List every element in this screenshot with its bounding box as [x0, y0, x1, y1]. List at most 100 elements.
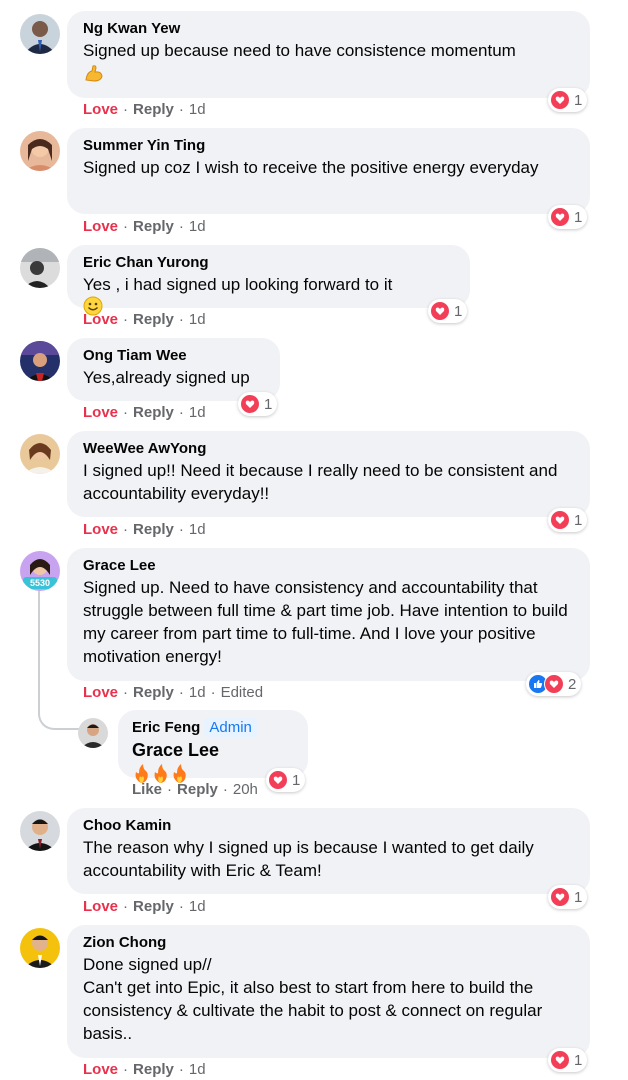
love-button[interactable]: Love — [83, 1061, 118, 1078]
reply-button[interactable]: Reply — [133, 1061, 174, 1078]
comment-bubble: WeeWee AwYong I signed up!! Need it beca… — [67, 431, 590, 517]
comment-bubble: Ng Kwan Yew Signed up because need to ha… — [67, 11, 590, 98]
love-reaction-icon — [430, 301, 450, 321]
love-button[interactable]: Love — [83, 898, 118, 915]
comment-text: The reason why I signed up is because I … — [83, 838, 534, 880]
reaction-count: 1 — [264, 395, 273, 413]
timestamp[interactable]: 1d — [189, 521, 206, 538]
commenter-name[interactable]: Grace Lee — [83, 556, 574, 576]
timestamp[interactable]: 1d — [189, 404, 206, 421]
comment-bubble: Summer Yin Ting Signed up coz I wish to … — [67, 128, 590, 214]
avatar[interactable] — [20, 248, 60, 288]
avatar[interactable] — [20, 434, 60, 474]
reaction-summary[interactable]: 1 — [238, 392, 278, 416]
reaction-summary[interactable]: 1 — [548, 508, 588, 532]
reaction-summary[interactable]: 1 — [548, 1048, 588, 1072]
commenter-name[interactable]: Ong Tiam Wee — [83, 346, 264, 366]
love-reaction-icon — [550, 510, 570, 530]
reaction-count: 1 — [292, 771, 301, 789]
comment-actions: Love · Reply · 1d — [83, 218, 206, 235]
avatar[interactable] — [20, 131, 60, 171]
reply-actions: Like · Reply · 20h — [132, 781, 258, 798]
commenter-name[interactable]: WeeWee AwYong — [83, 439, 574, 459]
reaction-summary[interactable]: 1 — [428, 299, 468, 323]
avatar[interactable] — [20, 341, 60, 381]
love-reaction-icon — [550, 207, 570, 227]
commenter-name[interactable]: Zion Chong — [83, 933, 574, 953]
comment-actions: Love · Reply · 1d — [83, 1061, 206, 1078]
reaction-summary[interactable]: 2 — [526, 672, 582, 696]
comment-actions: Love · Reply · 1d — [83, 521, 206, 538]
reply-author-name[interactable]: Eric Feng — [132, 719, 200, 736]
mention-link[interactable]: Grace Lee — [132, 740, 219, 760]
reaction-count: 2 — [568, 675, 577, 693]
love-reaction-icon — [544, 674, 564, 694]
reaction-summary[interactable]: 1 — [266, 768, 306, 792]
reaction-count: 1 — [574, 511, 583, 529]
timestamp[interactable]: 1d — [189, 898, 206, 915]
commenter-name[interactable]: Choo Kamin — [83, 816, 574, 836]
love-button[interactable]: Love — [83, 404, 118, 421]
comment-text: Signed up. Need to have consistency and … — [83, 578, 568, 666]
svg-text:5530: 5530 — [30, 578, 50, 588]
edited-label: Edited — [220, 684, 264, 701]
love-reaction-icon — [550, 90, 570, 110]
reply-button[interactable]: Reply — [133, 311, 174, 328]
avatar[interactable]: 5530 — [20, 551, 60, 591]
comment-text: Signed up because need to have consisten… — [83, 41, 516, 60]
comment-bubble: Zion Chong Done signed up// Can't get in… — [67, 925, 590, 1058]
love-button[interactable]: Love — [83, 101, 118, 118]
reply-button[interactable]: Reply — [133, 521, 174, 538]
reaction-summary[interactable]: 1 — [548, 88, 588, 112]
love-button[interactable]: Love — [83, 311, 118, 328]
timestamp[interactable]: 1d — [189, 684, 206, 701]
love-reaction-icon — [550, 1050, 570, 1070]
avatar[interactable] — [20, 811, 60, 851]
comment-text: I signed up!! Need it because I really n… — [83, 461, 558, 503]
comment-text: Signed up coz I wish to receive the posi… — [83, 158, 539, 177]
avatar[interactable] — [20, 14, 60, 54]
timestamp[interactable]: 1d — [189, 311, 206, 328]
reply-button[interactable]: Reply — [133, 684, 174, 701]
love-reaction-icon — [550, 887, 570, 907]
comment-actions: Love · Reply · 1d · Edited — [83, 684, 264, 701]
comment-actions: Love · Reply · 1d — [83, 404, 206, 421]
timestamp[interactable]: 1d — [189, 218, 206, 235]
comment-actions: Love · Reply · 1d — [83, 898, 206, 915]
comment-bubble: Choo Kamin The reason why I signed up is… — [67, 808, 590, 894]
reply-button[interactable]: Reply — [133, 404, 174, 421]
like-button[interactable]: Like — [132, 781, 162, 798]
commenter-name[interactable]: Summer Yin Ting — [83, 136, 574, 156]
reply-button[interactable]: Reply — [133, 218, 174, 235]
reply-button[interactable]: Reply — [133, 898, 174, 915]
commenter-name[interactable]: Eric Chan Yurong — [83, 253, 454, 273]
love-reaction-icon — [240, 394, 260, 414]
admin-badge: Admin — [204, 718, 257, 737]
reaction-summary[interactable]: 1 — [548, 205, 588, 229]
reaction-count: 1 — [574, 1051, 583, 1069]
comment-text: Yes,already signed up — [83, 368, 250, 387]
avatar[interactable] — [78, 718, 108, 748]
love-button[interactable]: Love — [83, 521, 118, 538]
commenter-name[interactable]: Ng Kwan Yew — [83, 19, 574, 39]
comment-actions: Love · Reply · 1d — [83, 101, 206, 118]
reaction-summary[interactable]: 1 — [548, 885, 588, 909]
love-button[interactable]: Love — [83, 218, 118, 235]
comment-bubble: Eric Chan Yurong Yes , i had signed up l… — [67, 245, 470, 316]
reply-button[interactable]: Reply — [133, 101, 174, 118]
reply-button[interactable]: Reply — [177, 781, 218, 798]
comment-text: Done signed up// Can't get into Epic, it… — [83, 955, 543, 1043]
flexed-biceps-icon — [83, 62, 105, 89]
comment-actions: Love · Reply · 1d — [83, 311, 206, 328]
commenter-name: Eric Feng Admin — [132, 718, 294, 738]
reaction-count: 1 — [574, 91, 583, 109]
reaction-count: 1 — [574, 208, 583, 226]
reaction-count: 1 — [574, 888, 583, 906]
avatar[interactable] — [20, 928, 60, 968]
timestamp[interactable]: 1d — [189, 101, 206, 118]
love-button[interactable]: Love — [83, 684, 118, 701]
reaction-count: 1 — [454, 302, 463, 320]
timestamp[interactable]: 1d — [189, 1061, 206, 1078]
love-reaction-icon — [268, 770, 288, 790]
timestamp[interactable]: 20h — [233, 781, 258, 798]
